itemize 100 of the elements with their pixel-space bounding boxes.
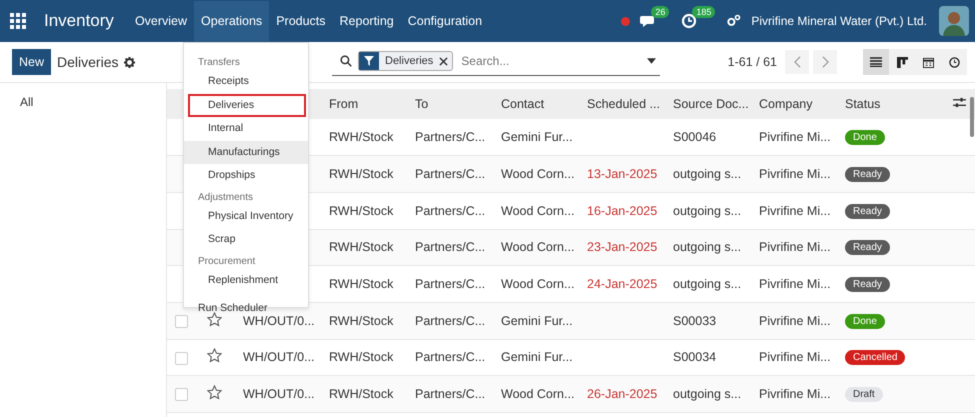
message-count-badge: 26 (651, 6, 670, 18)
clock-icon[interactable] (681, 13, 698, 29)
table-cell: Pivrifine Mi... (759, 314, 831, 328)
menu-item[interactable]: Receipts (184, 70, 308, 94)
table-cell: Partners/C... (415, 167, 486, 182)
nav-menu-item[interactable]: Operations (194, 1, 270, 41)
filter-facet[interactable]: Deliveries (358, 51, 454, 71)
table-cell: Partners/C... (415, 240, 486, 254)
status-badge: Cancelled (845, 350, 906, 366)
table-cell: Pivrifine Mi... (759, 167, 831, 182)
pager-label[interactable]: 1-61 / 61 (728, 55, 777, 69)
table-cell: outgoing s... (673, 204, 742, 218)
nav-menu-item[interactable]: Reporting (332, 1, 401, 41)
table-cell: Wood Corn... (501, 167, 574, 182)
table-cell: Wood Corn... (501, 387, 574, 402)
menu-item[interactable]: Physical Inventory (184, 204, 308, 228)
star-icon[interactable] (207, 348, 222, 364)
table-cell: Wood Corn... (501, 277, 574, 292)
chat-icon[interactable] (640, 13, 656, 29)
menu-item[interactable]: Replenishment (184, 268, 308, 292)
status-badge: Done (845, 314, 885, 329)
star-icon[interactable] (207, 312, 222, 327)
table-cell: Partners/C... (415, 204, 486, 218)
menu-item[interactable]: Deliveries (188, 94, 306, 117)
gears-icon[interactable] (727, 14, 742, 28)
table-cell: Pivrifine Mi... (759, 277, 831, 292)
column-header[interactable]: Status (837, 89, 945, 119)
column-header[interactable]: Company (751, 89, 837, 119)
status-badge: Ready (845, 167, 890, 182)
table-cell: RWH/Stock (329, 204, 394, 218)
table-cell: Pivrifine Mi... (759, 240, 831, 254)
sliders-icon[interactable] (953, 97, 966, 108)
activity-count-badge: 185 (692, 6, 716, 18)
company-name[interactable]: Pivrifine Mineral Water (Pvt.) Ltd. (751, 14, 927, 28)
nav-menu-item[interactable]: Products (269, 1, 333, 41)
table-cell: RWH/Stock (329, 130, 394, 144)
row-checkbox[interactable] (175, 352, 188, 365)
table-cell: Pivrifine Mi... (759, 387, 831, 402)
status-badge: Ready (845, 277, 890, 292)
row-checkbox[interactable] (175, 314, 188, 328)
column-header[interactable]: Contact (493, 89, 579, 119)
calendar-icon (922, 56, 934, 68)
facet-label: Deliveries (384, 55, 434, 67)
table-cell: S00034 (673, 350, 716, 364)
menu-section-title: Transfers (197, 56, 241, 70)
search-bar[interactable]: Deliveries Search... (332, 48, 660, 76)
date-cell: 16-Jan-2025 (587, 204, 658, 218)
table-cell: outgoing s... (673, 387, 742, 402)
chevron-left-icon (794, 56, 800, 68)
nav-menu-item[interactable]: Overview (128, 1, 194, 41)
table-cell: Gemini Fur... (501, 130, 573, 144)
search-field[interactable]: Search... (459, 53, 641, 69)
date-cell: 26-Jan-2025 (587, 387, 658, 402)
date-cell: 24-Jan-2025 (587, 277, 658, 292)
kanban-icon (896, 56, 908, 68)
status-badge: Ready (845, 240, 890, 256)
column-header[interactable]: To (407, 89, 493, 119)
menu-section-title: Procurement (197, 254, 256, 268)
caret-icon[interactable] (647, 58, 656, 64)
column-header[interactable]: Scheduled ... (579, 89, 665, 119)
table-cell: Pivrifine Mi... (759, 204, 831, 218)
list-view-button[interactable] (863, 49, 889, 75)
row-checkbox[interactable] (175, 388, 188, 402)
new-button[interactable]: New (12, 49, 52, 75)
table-cell: Partners/C... (415, 130, 486, 144)
apps-menu-icon[interactable] (10, 13, 26, 29)
table-cell: outgoing s... (673, 277, 742, 292)
settings-icon[interactable] (124, 56, 136, 68)
app-name[interactable]: Inventory (44, 11, 114, 31)
status-badge: Ready (845, 204, 890, 219)
date-cell: 23-Jan-2025 (587, 240, 658, 254)
status-badge: Done (845, 130, 885, 146)
table-cell: outgoing s... (673, 167, 742, 182)
column-header[interactable]: From (321, 89, 407, 119)
table-cell: RWH/Stock (329, 240, 394, 254)
table-cell: WH/OUT/0... (243, 350, 315, 364)
nav-menu-item[interactable]: Configuration (400, 1, 490, 41)
menu-item[interactable]: Run Scheduler (184, 294, 308, 314)
table-cell: Partners/C... (415, 387, 486, 402)
table-cell: RWH/Stock (329, 277, 394, 292)
star-icon[interactable] (207, 385, 222, 400)
breadcrumb-title: Deliveries (57, 54, 118, 70)
table-cell: Partners/C... (415, 277, 486, 292)
chevron-right-icon (822, 56, 828, 68)
table-cell: Gemini Fur... (501, 314, 573, 328)
list-icon (870, 57, 882, 67)
menu-item[interactable]: Dropships (184, 164, 308, 188)
table-cell: Wood Corn... (501, 204, 574, 218)
table-cell: S00033 (673, 314, 716, 328)
menu-item[interactable]: Manufacturings (184, 140, 308, 164)
close-icon[interactable] (439, 56, 448, 66)
date-cell: 13-Jan-2025 (587, 167, 658, 182)
sidebar-item[interactable]: All (20, 95, 34, 109)
column-header[interactable]: Source Doc... (665, 89, 751, 119)
table-cell: RWH/Stock (329, 167, 394, 182)
table-cell: Pivrifine Mi... (759, 350, 831, 364)
menu-item[interactable]: Scrap (184, 228, 308, 252)
filter-icon (364, 56, 374, 66)
table-cell: S00046 (673, 130, 716, 144)
menu-item[interactable]: Internal (184, 117, 308, 140)
